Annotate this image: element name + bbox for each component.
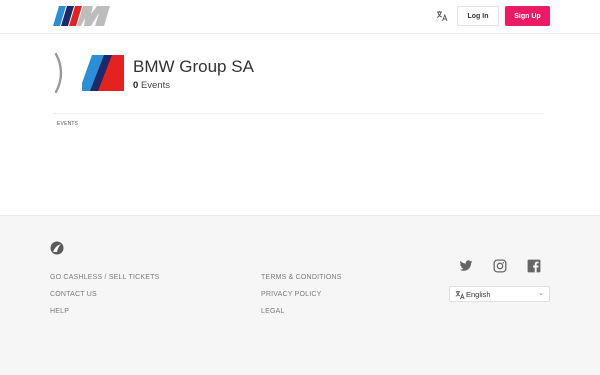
language-selected-value: English — [466, 290, 491, 299]
twitter-icon[interactable] — [459, 259, 473, 273]
brand-logo[interactable] — [53, 6, 110, 26]
carousel-arc-decoration — [54, 52, 63, 94]
footer-logo-icon[interactable] — [50, 241, 64, 255]
organizer-events-count: 0 Events — [133, 80, 170, 91]
instagram-icon[interactable] — [493, 259, 507, 273]
footer-link-help[interactable]: HELP — [50, 308, 69, 315]
footer-link-terms[interactable]: TERMS & CONDITIONS — [261, 274, 342, 281]
events-count-number: 0 — [133, 80, 139, 91]
chevron-down-icon: ⌄ — [538, 290, 544, 297]
language-select[interactable]: English ⌄ — [449, 286, 550, 302]
signup-button[interactable]: Sign Up — [505, 6, 550, 26]
top-header: Log In Sign Up — [0, 0, 600, 34]
facebook-icon[interactable] — [527, 259, 541, 273]
organizer-name: BMW Group SA — [133, 57, 254, 76]
footer: GO CASHLESS / SELL TICKETS CONTACT US HE… — [0, 215, 600, 375]
login-button[interactable]: Log In — [457, 6, 499, 26]
organizer-logo — [82, 55, 124, 91]
events-count-label: Events — [140, 80, 170, 91]
footer-link-contact[interactable]: CONTACT US — [50, 291, 97, 298]
translate-icon[interactable] — [436, 10, 450, 24]
footer-link-sell-tickets[interactable]: GO CASHLESS / SELL TICKETS — [50, 274, 159, 281]
footer-link-privacy[interactable]: PRIVACY POLICY — [261, 291, 322, 298]
footer-link-legal[interactable]: LEGAL — [261, 308, 285, 315]
section-divider — [53, 113, 544, 114]
translate-icon — [455, 290, 465, 302]
events-section-label: EVENTS — [57, 121, 79, 127]
